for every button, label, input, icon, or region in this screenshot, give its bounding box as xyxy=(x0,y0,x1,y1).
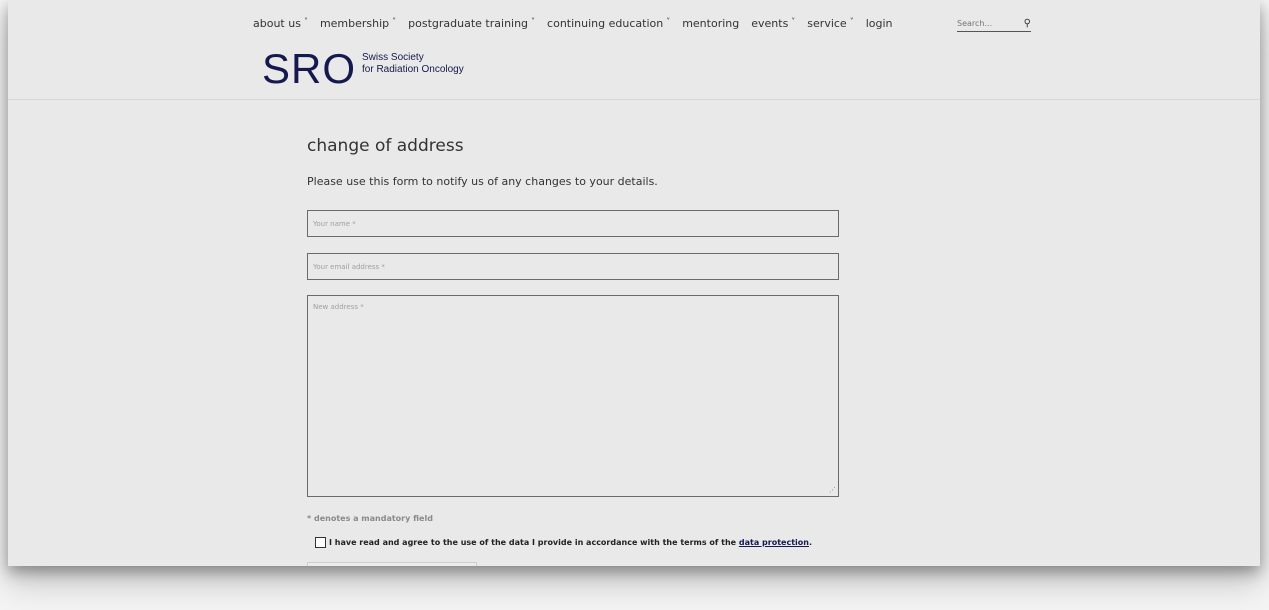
search-box: ⚲ xyxy=(957,15,1031,32)
address-field-wrapper: ⋰ xyxy=(307,295,839,497)
new-address-field[interactable] xyxy=(308,296,838,496)
mandatory-note: * denotes a mandatory field xyxy=(307,514,433,523)
nav-item-label: membership xyxy=(319,17,390,30)
consent-row: I have read and agree to the use of the … xyxy=(315,537,812,548)
chevron-down-icon: ˅ xyxy=(303,17,308,26)
page-title: change of address xyxy=(307,136,464,156)
chevron-down-icon: ˅ xyxy=(392,17,397,26)
chevron-down-icon: ˅ xyxy=(531,17,536,26)
logo-text: Swiss Society for Radiation Oncology xyxy=(362,52,464,76)
email-field-wrapper xyxy=(307,253,839,280)
nav-item-continuing-education[interactable]: continuing education ˅ xyxy=(547,17,670,30)
submit-button[interactable] xyxy=(307,562,477,566)
name-field-wrapper xyxy=(307,210,839,237)
logo-line-2: for Radiation Oncology xyxy=(362,64,464,75)
nav-item-label: service xyxy=(807,17,847,30)
nav-item-about-us[interactable]: about us ˅ xyxy=(253,17,308,30)
email-field[interactable] xyxy=(308,254,838,280)
logo-line-1: Swiss Society xyxy=(362,52,424,63)
data-protection-link[interactable]: data protection xyxy=(739,538,809,547)
name-field[interactable] xyxy=(308,211,838,237)
chevron-down-icon: ˅ xyxy=(849,17,854,26)
consent-checkbox[interactable] xyxy=(315,537,326,548)
form-intro: Please use this form to notify us of any… xyxy=(307,175,658,188)
nav-item-label: continuing education xyxy=(547,17,664,30)
nav-item-label: login xyxy=(865,17,893,30)
main-nav: about us ˅ membership ˅ postgraduate tra… xyxy=(253,17,905,30)
nav-item-label: postgraduate training xyxy=(408,17,529,30)
site-logo[interactable]: SRO Swiss Society for Radiation Oncology xyxy=(262,48,464,90)
nav-item-service[interactable]: service ˅ xyxy=(807,17,853,30)
nav-item-membership[interactable]: membership ˅ xyxy=(320,17,396,30)
site-header: about us ˅ membership ˅ postgraduate tra… xyxy=(8,0,1260,100)
consent-end: . xyxy=(808,538,813,547)
consent-text: I have read and agree to the use of the … xyxy=(329,538,737,547)
nav-item-mentoring[interactable]: mentoring xyxy=(682,17,739,30)
nav-item-postgraduate-training[interactable]: postgraduate training ˅ xyxy=(408,17,535,30)
nav-item-events[interactable]: events ˅ xyxy=(751,17,795,30)
resize-grip-icon[interactable]: ⋰ xyxy=(829,487,836,494)
chevron-down-icon: ˅ xyxy=(791,17,796,26)
search-input[interactable] xyxy=(957,18,1013,28)
search-icon[interactable]: ⚲ xyxy=(1024,18,1031,29)
nav-item-label: mentoring xyxy=(682,17,740,30)
browser-window: about us ˅ membership ˅ postgraduate tra… xyxy=(8,0,1260,566)
logo-mark: SRO xyxy=(262,45,357,92)
nav-item-label: about us xyxy=(253,17,301,30)
nav-item-login[interactable]: login xyxy=(866,17,893,30)
nav-item-label: events xyxy=(751,17,789,30)
chevron-down-icon: ˅ xyxy=(666,17,671,26)
